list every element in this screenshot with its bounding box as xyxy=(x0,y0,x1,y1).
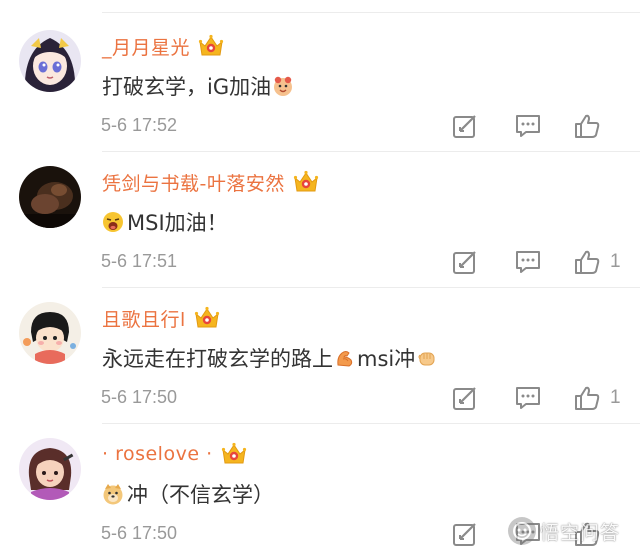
like-button[interactable]: 1 xyxy=(574,384,621,412)
comment-body: 冲（不信玄学） xyxy=(127,483,274,507)
username[interactable]: 凭剑与书载-叶落安然 xyxy=(102,169,285,196)
name-row: · roselove · xyxy=(102,440,247,468)
comment-body: 打破玄学，iG加油 xyxy=(102,75,272,99)
comment-text: 冲（不信玄学） xyxy=(102,479,274,509)
timestamp: 5-6 17:51 xyxy=(101,251,178,271)
fist-emoji-icon xyxy=(416,347,438,369)
top-divider xyxy=(102,12,640,13)
repost-button[interactable] xyxy=(452,520,478,548)
timestamp: 5-6 17:52 xyxy=(101,115,178,135)
strong-arm-emoji-icon xyxy=(334,347,356,369)
timestamp: 5-6 17:50 xyxy=(101,523,178,543)
comment-icon xyxy=(516,115,540,137)
avatar[interactable] xyxy=(19,166,81,228)
comment-item: 且歌且行l 永远走在打破玄学的路上 msi冲 5-6 17:50 1 xyxy=(0,288,640,424)
repost-icon xyxy=(453,387,476,410)
comment-actions: 1 xyxy=(450,248,630,276)
like-count: 1 xyxy=(610,387,621,408)
username[interactable]: · roselove · xyxy=(102,443,213,465)
like-icon xyxy=(575,250,600,274)
comment-text: MSI加油！ xyxy=(102,207,228,237)
vip-crown-icon xyxy=(221,442,247,466)
repost-icon xyxy=(453,115,476,138)
repost-button[interactable] xyxy=(452,384,478,412)
comment-body-tail: msi冲 xyxy=(357,347,416,371)
comment-button[interactable] xyxy=(514,248,542,276)
username[interactable]: _月月星光 xyxy=(102,33,190,60)
comment-actions: 1 xyxy=(450,384,630,412)
like-button[interactable]: 1 xyxy=(574,248,621,276)
comment-item: _月月星光 打破玄学，iG加油 5-6 17:52 xyxy=(0,16,640,152)
comment-actions xyxy=(450,112,630,140)
comment-text: 打破玄学，iG加油 xyxy=(102,71,294,101)
comment-body: MSI加油！ xyxy=(127,211,228,235)
avatar[interactable] xyxy=(19,30,81,92)
repost-icon xyxy=(453,251,476,274)
avatar[interactable] xyxy=(19,302,81,364)
wukong-logo-icon xyxy=(508,517,536,545)
like-button[interactable] xyxy=(574,112,610,140)
comment-button[interactable] xyxy=(514,384,542,412)
name-row: 且歌且行l xyxy=(102,304,220,332)
vip-crown-icon xyxy=(293,170,319,194)
repost-icon xyxy=(453,523,476,546)
name-row: _月月星光 xyxy=(102,32,224,60)
avatar[interactable] xyxy=(19,438,81,500)
shout-emoji-icon xyxy=(102,211,124,233)
watermark-text: 悟空问答 xyxy=(540,521,621,544)
like-count: 1 xyxy=(610,251,621,272)
comment-icon xyxy=(516,251,540,273)
watermark: 悟空问答 xyxy=(508,514,620,548)
like-icon xyxy=(575,114,600,138)
comment-item: 凭剑与书载-叶落安然 MSI加油！ 5-6 17:51 1 xyxy=(0,152,640,288)
name-row: 凭剑与书载-叶落安然 xyxy=(102,168,319,196)
vip-crown-icon xyxy=(198,34,224,58)
like-icon xyxy=(575,386,600,410)
comment-button[interactable] xyxy=(514,112,542,140)
repost-button[interactable] xyxy=(452,112,478,140)
username[interactable]: 且歌且行l xyxy=(102,305,186,332)
comment-body: 永远走在打破玄学的路上 xyxy=(102,347,333,371)
comment-text: 永远走在打破玄学的路上 msi冲 xyxy=(102,343,438,373)
comment-icon xyxy=(516,387,540,409)
cheer-emoji-icon xyxy=(272,75,294,97)
doge-emoji-icon xyxy=(102,483,124,505)
timestamp: 5-6 17:50 xyxy=(101,387,178,407)
vip-crown-icon xyxy=(194,306,220,330)
repost-button[interactable] xyxy=(452,248,478,276)
